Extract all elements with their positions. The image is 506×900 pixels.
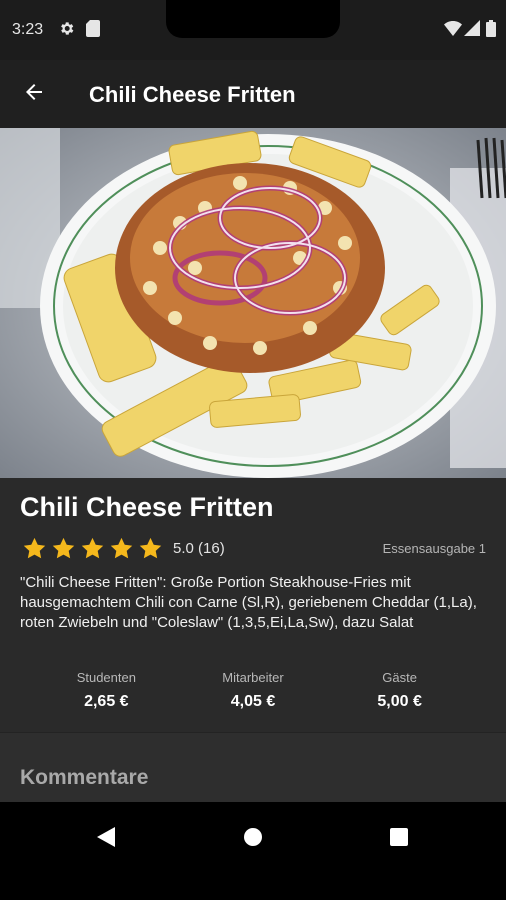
star-icon — [23, 537, 46, 559]
price-value: 2,65 € — [84, 693, 129, 710]
price-label: Gäste — [382, 670, 417, 685]
price-label: Mitarbeiter — [222, 670, 284, 685]
recents-square-icon — [390, 827, 408, 851]
rating-stars[interactable] — [22, 536, 163, 561]
battery-icon — [486, 20, 496, 42]
page-title: Chili Cheese Fritten — [89, 82, 296, 107]
star-icon — [139, 537, 162, 559]
rating-text: 5.0 (16) — [173, 540, 225, 557]
gear-icon — [58, 20, 75, 42]
back-triangle-icon — [97, 826, 115, 852]
dish-photo — [0, 128, 506, 478]
price-value: 4,05 € — [230, 693, 276, 710]
status-time: 3:23 — [12, 21, 44, 38]
price-label: Studenten — [76, 670, 136, 685]
price-guests: Gäste 5,00 € — [340, 670, 460, 711]
dish-details: Chili Cheese Fritten 5.0 (16) Essensausg… — [0, 478, 506, 732]
comments-section: Kommentare — [0, 732, 506, 802]
nav-home-button[interactable] — [229, 815, 277, 863]
star-icon — [110, 537, 133, 559]
dish-title: Chili Cheese Fritten — [20, 492, 274, 522]
price-students: Studenten 2,65 € — [46, 670, 166, 711]
arrow-left-icon — [22, 80, 46, 109]
dish-description: "Chili Cheese Fritten": Große Portion St… — [20, 574, 477, 631]
camera-notch — [166, 0, 340, 38]
star-icon — [52, 537, 75, 559]
price-list: Studenten 2,65 € Mitarbeiter 4,05 € Gäst… — [0, 670, 506, 711]
star-icon — [81, 537, 104, 559]
wifi-icon — [444, 20, 462, 41]
app-bar: Chili Cheese Fritten — [0, 60, 506, 128]
signal-icon — [464, 20, 480, 41]
location-label: Essensausgabe 1 — [382, 541, 486, 556]
status-bar: 3:23 — [0, 0, 506, 60]
nav-back-button[interactable] — [82, 815, 130, 863]
sd-card-icon — [86, 20, 100, 42]
price-value: 5,00 € — [377, 693, 422, 710]
price-staff: Mitarbeiter 4,05 € — [193, 670, 313, 711]
back-button[interactable] — [14, 74, 54, 114]
system-nav-bar — [0, 802, 506, 900]
nav-recents-button[interactable] — [375, 815, 423, 863]
comments-heading: Kommentare — [20, 766, 149, 789]
home-circle-icon — [243, 827, 263, 852]
